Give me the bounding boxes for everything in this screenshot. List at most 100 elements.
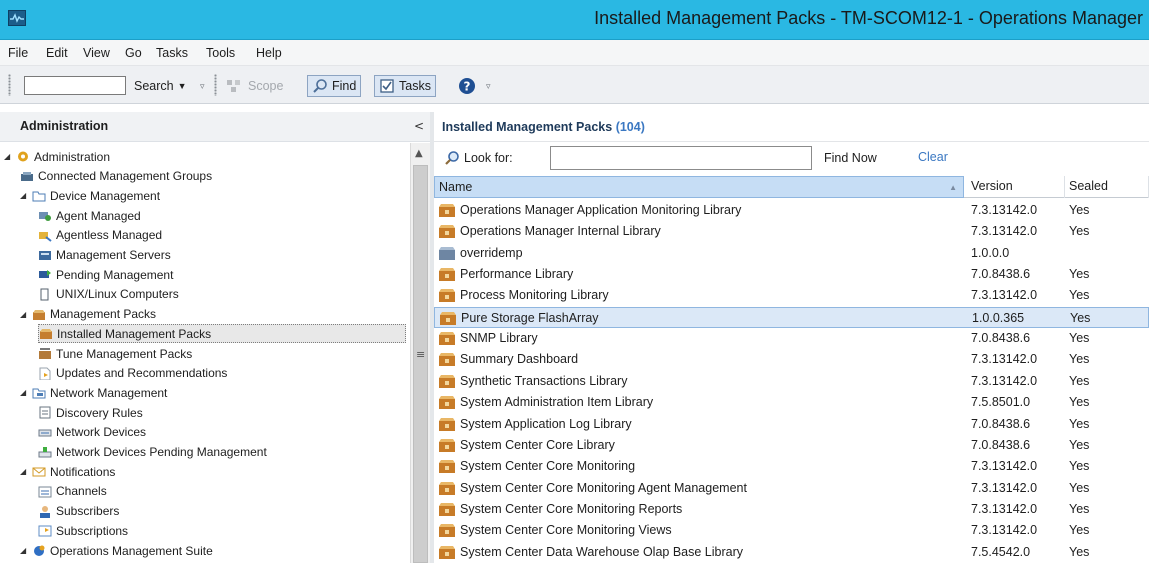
tree-item[interactable]: ◢ Management Packs xyxy=(20,305,156,324)
tree-item-label: Network Devices Pending Management xyxy=(56,445,267,459)
column-header-sealed[interactable]: Sealed xyxy=(1065,176,1149,198)
tree-item[interactable]: ◢ Device Management xyxy=(20,186,160,205)
table-row[interactable]: System Center Core Monitoring Agent Mana… xyxy=(434,478,1149,499)
toolbar-grip-2[interactable] xyxy=(214,74,217,96)
table-row[interactable]: System Center Core Monitoring Views 7.3.1… xyxy=(434,520,1149,541)
tree-item[interactable]: Agent Managed xyxy=(38,206,141,225)
table-row[interactable]: Synthetic Transactions Library 7.3.13142.… xyxy=(434,371,1149,392)
toolbar-grip[interactable] xyxy=(8,74,11,96)
management-pack-icon xyxy=(439,417,455,431)
mp-name: overridemp xyxy=(460,245,523,260)
tree-item[interactable]: Pending Management xyxy=(38,265,173,284)
update-icon xyxy=(38,367,52,381)
table-row[interactable]: Performance Library 7.0.8438.6 Yes xyxy=(434,264,1149,285)
table-row[interactable]: Summary Dashboard 7.3.13142.0 Yes xyxy=(434,349,1149,370)
find-now-button[interactable]: Find Now xyxy=(824,151,877,165)
tree-item[interactable]: Network Devices Pending Management xyxy=(38,443,267,462)
tree-scrollbar[interactable]: ▲ ≡ xyxy=(410,143,430,563)
expand-toggle-icon[interactable]: ◢ xyxy=(20,310,28,319)
scrollbar-thumb[interactable] xyxy=(413,165,428,563)
column-sealed-label: Sealed xyxy=(1069,179,1108,193)
tree-item[interactable]: Updates and Recommendations xyxy=(38,364,227,383)
overflow-icon-2[interactable]: ▿ xyxy=(482,75,495,97)
table-row[interactable]: overridemp 1.0.0.0 xyxy=(434,243,1149,264)
table-row[interactable]: SNMP Library 7.0.8438.6 Yes xyxy=(434,328,1149,349)
table-row[interactable]: Process Monitoring Library 7.3.13142.0 Yes xyxy=(434,285,1149,306)
mp-version: 7.3.13142.0 xyxy=(971,203,1038,217)
table-row[interactable]: Operations Manager Application Monitorin… xyxy=(434,200,1149,221)
tree-item[interactable]: ◢ Administration xyxy=(4,147,110,166)
mp-sealed: Yes xyxy=(1069,501,1090,516)
tree-item[interactable]: Management Servers xyxy=(38,246,171,265)
scope-button[interactable]: Scope xyxy=(222,75,287,97)
table-row[interactable]: System Center Core Monitoring 7.3.13142.0… xyxy=(434,456,1149,477)
table-row[interactable]: System Application Log Library 7.0.8438.6… xyxy=(434,414,1149,435)
column-header-version[interactable]: Version xyxy=(967,176,1065,198)
tree-item[interactable]: ◢ Network Management xyxy=(20,383,167,402)
menu-tasks[interactable]: Tasks xyxy=(156,46,188,60)
clear-link[interactable]: Clear xyxy=(918,150,948,164)
menu-file[interactable]: File xyxy=(8,46,28,60)
collapse-pane-icon[interactable]: < xyxy=(414,119,424,133)
tree-item-label: Discovery Rules xyxy=(56,405,143,420)
look-for-input[interactable] xyxy=(550,146,812,170)
tasks-button[interactable]: Tasks xyxy=(374,75,436,97)
column-name-label: Name xyxy=(439,180,473,194)
tree-item[interactable]: Connected Management Groups xyxy=(20,167,212,186)
tree-item[interactable]: ◢ Notifications xyxy=(20,462,115,481)
tree-item[interactable]: Discovery Rules xyxy=(38,403,143,422)
help-button[interactable]: ? xyxy=(454,75,480,97)
mp-name: System Center Core Monitoring Views xyxy=(460,523,672,538)
column-header-name[interactable]: Name ▲ xyxy=(434,176,964,198)
mp-name: SNMP Library xyxy=(460,331,538,346)
menu-tools[interactable]: Tools xyxy=(206,46,235,60)
expand-toggle-icon[interactable]: ◢ xyxy=(4,152,12,161)
toolbar-search-input[interactable] xyxy=(24,76,126,95)
expand-toggle-icon[interactable]: ◢ xyxy=(20,191,28,200)
tree-item[interactable]: Network Devices xyxy=(38,423,146,442)
menu-view[interactable]: View xyxy=(83,46,110,60)
search-dropdown-button[interactable]: Search ▼ xyxy=(130,75,191,97)
mp-sealed: Yes xyxy=(1069,203,1090,217)
tree-item[interactable]: UNIX/Linux Computers xyxy=(38,285,179,304)
mp-sealed: Yes xyxy=(1069,480,1090,495)
tree-item-label: Notifications xyxy=(50,464,116,479)
tree-item-label: Pending Management xyxy=(56,267,174,282)
table-row[interactable]: System Center Core Monitoring Reports 7.3… xyxy=(434,499,1149,520)
tree-item[interactable]: ◢ Operations Management Suite xyxy=(20,541,213,560)
channel-icon xyxy=(38,485,52,498)
table-row[interactable]: System Center Core Library 7.0.8438.6 Yes xyxy=(434,435,1149,456)
tree-item[interactable]: Channels xyxy=(38,482,107,501)
operations-manager-app-icon[interactable] xyxy=(8,10,26,26)
scroll-up-icon[interactable]: ▲ xyxy=(415,148,423,159)
results-pane-header: Installed Management Packs (104) xyxy=(434,112,1149,142)
table-row[interactable]: System Center Data Warehouse Olap Base L… xyxy=(434,542,1149,563)
mail-icon xyxy=(32,465,46,478)
tree-item[interactable]: Installed Management Packs xyxy=(38,324,406,344)
tree-item[interactable]: Tune Management Packs xyxy=(38,344,192,363)
mp-version: 7.0.8438.6 xyxy=(971,267,1031,282)
table-row[interactable]: Operations Manager Internal Library 7.3.1… xyxy=(434,221,1149,242)
menu-go[interactable]: Go xyxy=(125,46,142,60)
table-row[interactable]: Pure Storage FlashArray 1.0.0.365 Yes xyxy=(434,306,1149,328)
tree-item[interactable]: Subscriptions xyxy=(38,521,128,540)
mp-version: 7.3.13142.0 xyxy=(971,373,1038,388)
tree-item[interactable]: Subscribers xyxy=(38,502,119,521)
mp-version: 1.0.0.0 xyxy=(971,245,1010,260)
tree-item-label: Management Servers xyxy=(56,248,171,262)
menu-edit[interactable]: Edit xyxy=(46,46,68,60)
find-button[interactable]: Find xyxy=(307,75,362,97)
expand-toggle-icon[interactable]: ◢ xyxy=(20,467,28,476)
expand-toggle-icon[interactable]: ◢ xyxy=(20,388,28,397)
tree-item[interactable]: Agentless Managed xyxy=(38,226,162,245)
table-row[interactable]: System Administration Item Library 7.5.85… xyxy=(434,392,1149,413)
expand-toggle-icon[interactable]: ◢ xyxy=(20,546,28,555)
tree-item-label: Agent Managed xyxy=(56,208,141,223)
title-bar: Installed Management Packs - TM-SCOM12-1… xyxy=(0,0,1149,40)
gear-icon xyxy=(16,150,30,163)
overflow-icon[interactable]: ▿ xyxy=(196,75,209,97)
mp-name: Summary Dashboard xyxy=(460,352,579,367)
tree-item-label: Device Management xyxy=(50,188,161,203)
menu-help[interactable]: Help xyxy=(256,46,282,60)
mp-name: Pure Storage FlashArray xyxy=(461,310,599,325)
